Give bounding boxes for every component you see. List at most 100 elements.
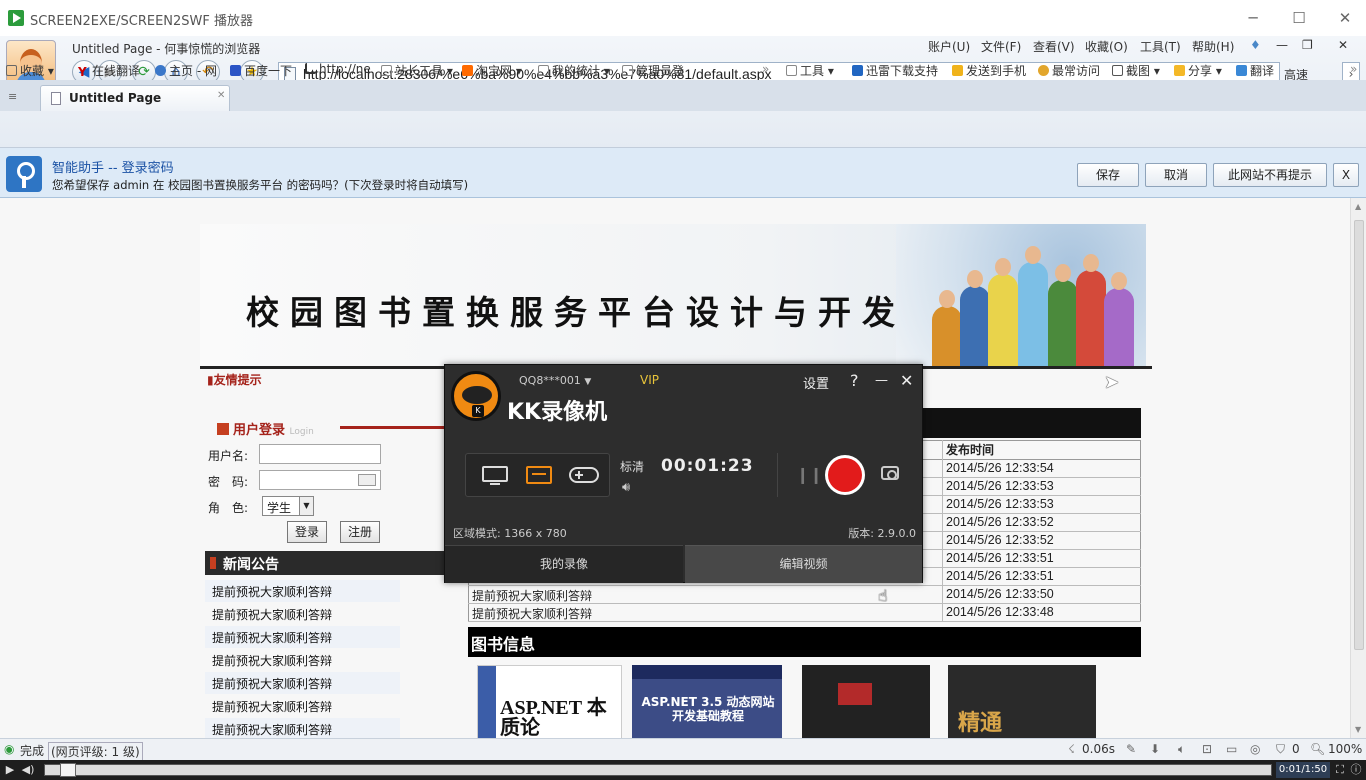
tool-share[interactable]: 分享 ▾ bbox=[1174, 62, 1222, 79]
news-item[interactable]: 提前预祝大家顺利答辩 bbox=[205, 580, 400, 602]
register-button[interactable]: 注册 bbox=[340, 521, 380, 543]
minimize-button[interactable]: ─ bbox=[1240, 6, 1266, 30]
shield-icon[interactable]: ⛉ bbox=[1276, 742, 1285, 757]
news-item[interactable]: 提前预祝大家顺利答辩 bbox=[205, 718, 400, 740]
vertical-scrollbar[interactable]: ▲ ▼ bbox=[1350, 198, 1366, 738]
kk-account[interactable]: QQ8***001 ▼ bbox=[519, 374, 591, 387]
kk-region-mode: 区域模式: 1366 x 780 bbox=[453, 527, 567, 540]
fav-overflow-icon[interactable]: » bbox=[762, 62, 769, 76]
scroll-up-icon[interactable]: ▲ bbox=[1355, 202, 1361, 211]
menu-account[interactable]: 账户(U) bbox=[928, 38, 970, 55]
window-minimize-icon[interactable]: — bbox=[1276, 38, 1288, 52]
fav-webmaster[interactable]: 站长工具 ▾ bbox=[381, 62, 453, 79]
fav-admin[interactable]: 管理员登 bbox=[622, 62, 684, 79]
table-row[interactable]: 提前预祝大家顺利答辩 2014/5/26 12:33:48 bbox=[468, 604, 1141, 622]
news-item[interactable]: 提前预祝大家顺利答辩 bbox=[205, 672, 400, 694]
key-icon bbox=[6, 156, 42, 192]
kk-minimize-button[interactable]: — bbox=[875, 373, 888, 388]
fav-http[interactable]: http://ne bbox=[305, 62, 371, 76]
hand-cursor-icon: ☝ bbox=[878, 586, 888, 605]
game-mode-icon[interactable] bbox=[568, 463, 600, 487]
seek-bar[interactable] bbox=[44, 764, 1272, 776]
book-cover[interactable]: ASP.NET 3.5 动态网站开发基础教程 bbox=[632, 665, 782, 740]
news-item[interactable]: 提前预祝大家顺利答辩 bbox=[205, 695, 400, 717]
play-icon[interactable]: ▶ bbox=[2, 762, 18, 778]
speaker-icon[interactable]: 🔊︎ bbox=[622, 480, 630, 495]
mute-icon[interactable]: ◀) bbox=[20, 762, 36, 778]
fav-collect[interactable]: 收藏 ▾ bbox=[6, 62, 54, 79]
menu-view[interactable]: 查看(V) bbox=[1033, 38, 1075, 55]
menu-help[interactable]: 帮助(H) bbox=[1192, 38, 1234, 55]
tool-screenshot[interactable]: 截图 ▾ bbox=[1112, 62, 1160, 79]
tool-thunder[interactable]: 迅雷下载支持 bbox=[852, 62, 938, 79]
kk-close-button[interactable]: ✕ bbox=[900, 371, 913, 390]
menu-favorites[interactable]: 收藏(O) bbox=[1085, 38, 1128, 55]
keyboard-icon[interactable] bbox=[358, 474, 376, 486]
download-icon[interactable]: ⬇ bbox=[1150, 742, 1160, 756]
scroll-thumb[interactable] bbox=[1354, 220, 1364, 650]
tab-list-icon[interactable]: ≡ bbox=[8, 90, 17, 103]
fav-translate[interactable]: Y 在线翻译 bbox=[78, 62, 140, 79]
tool-tools[interactable]: 工具 ▾ bbox=[786, 62, 834, 79]
brush-icon[interactable]: ✎ bbox=[1126, 742, 1136, 756]
menu-tools[interactable]: 工具(T) bbox=[1140, 38, 1181, 55]
fav-baidu[interactable]: 百度一下 bbox=[230, 62, 292, 79]
zoom-icon[interactable]: 🔍︎ bbox=[1310, 742, 1325, 756]
window-restore-icon[interactable]: ❐ bbox=[1302, 38, 1313, 52]
notify-close-button[interactable]: X bbox=[1333, 163, 1359, 187]
maximize-button[interactable]: ☐ bbox=[1286, 6, 1312, 30]
username-input[interactable] bbox=[259, 444, 381, 464]
close-button[interactable]: ✕ bbox=[1332, 6, 1358, 30]
table-row[interactable]: 提前预祝大家顺利答辩 2014/5/26 12:33:50 bbox=[468, 586, 1141, 604]
book-cover[interactable]: ASP.NET 本质论 bbox=[477, 665, 622, 740]
book-cover[interactable] bbox=[802, 665, 930, 740]
shirt-icon[interactable]: ♦ bbox=[1250, 38, 1261, 52]
notify-heading: 智能助手 -- 登录密码 bbox=[52, 161, 174, 176]
info-icon[interactable]: ⓘ bbox=[1348, 762, 1364, 778]
news-item[interactable]: 提前预祝大家顺利答辩 bbox=[205, 649, 400, 671]
browser-close-icon[interactable]: ✕ bbox=[1338, 38, 1348, 52]
volume-icon[interactable]: 🔈︎ bbox=[1178, 742, 1185, 757]
blocked-count: 0 bbox=[1292, 742, 1300, 756]
zoom-level[interactable]: 100% bbox=[1328, 742, 1362, 756]
eye-icon[interactable]: ◎ bbox=[1250, 742, 1260, 756]
book-cover[interactable]: 精通 bbox=[948, 665, 1096, 740]
news-title: 新闻公告 bbox=[205, 551, 445, 575]
lock-icon[interactable]: ⊡ bbox=[1202, 742, 1212, 756]
record-button[interactable] bbox=[825, 455, 865, 495]
role-select[interactable]: 学生 ▼ bbox=[262, 496, 314, 516]
fav-homepage[interactable]: 主页 - 网 bbox=[155, 62, 217, 79]
login-button[interactable]: 登录 bbox=[287, 521, 327, 543]
region-mode-icon[interactable] bbox=[524, 463, 556, 487]
fullscreen-mode-icon[interactable] bbox=[480, 463, 512, 487]
edit-video-button[interactable]: 编辑视频 bbox=[685, 545, 922, 583]
camera-icon[interactable] bbox=[881, 466, 899, 480]
news-item[interactable]: 提前预祝大家顺利答辩 bbox=[205, 626, 400, 648]
news-item[interactable]: 提前预祝大家顺利答辩 bbox=[205, 603, 400, 625]
cancel-button[interactable]: 取消 bbox=[1145, 163, 1207, 187]
menu-file[interactable]: 文件(F) bbox=[981, 38, 1021, 55]
col-header-time: 发布时间 bbox=[946, 443, 995, 457]
kk-help-button[interactable]: ? bbox=[850, 371, 859, 390]
tool-most-visited[interactable]: 最常访问 bbox=[1038, 62, 1100, 79]
tool-translate[interactable]: 翻译 bbox=[1236, 62, 1274, 79]
password-input[interactable] bbox=[259, 470, 381, 490]
fit-screen-icon[interactable]: ⛶ bbox=[1332, 762, 1348, 778]
tools-overflow-icon[interactable]: » bbox=[1350, 62, 1357, 76]
my-videos-button[interactable]: 我的录像 bbox=[445, 545, 683, 583]
fav-stats[interactable]: 我的統计 ▾ bbox=[538, 62, 610, 79]
scroll-down-icon[interactable]: ▼ bbox=[1355, 725, 1361, 734]
kk-vip-badge: VIP bbox=[640, 373, 659, 387]
tab-close-icon[interactable]: ✕ bbox=[217, 90, 225, 101]
never-for-site-button[interactable]: 此网站不再提示 bbox=[1213, 163, 1327, 187]
save-password-button[interactable]: 保存 bbox=[1077, 163, 1139, 187]
tab-untitled-page[interactable]: Untitled Page ✕ bbox=[40, 85, 230, 111]
window-icon[interactable]: ▭ bbox=[1226, 742, 1237, 756]
fav-taobao[interactable]: 淘宝网 ▾ bbox=[462, 62, 522, 79]
pause-icon[interactable]: ❙❙ bbox=[796, 465, 823, 484]
kk-quality[interactable]: 标清 bbox=[620, 458, 644, 475]
kk-settings-button[interactable]: 设置 bbox=[803, 373, 829, 392]
page-rating[interactable]: (网页评级: 1 级) bbox=[48, 742, 143, 761]
seek-knob[interactable] bbox=[60, 763, 76, 777]
tool-send-phone[interactable]: 发送到手机 bbox=[952, 62, 1026, 79]
